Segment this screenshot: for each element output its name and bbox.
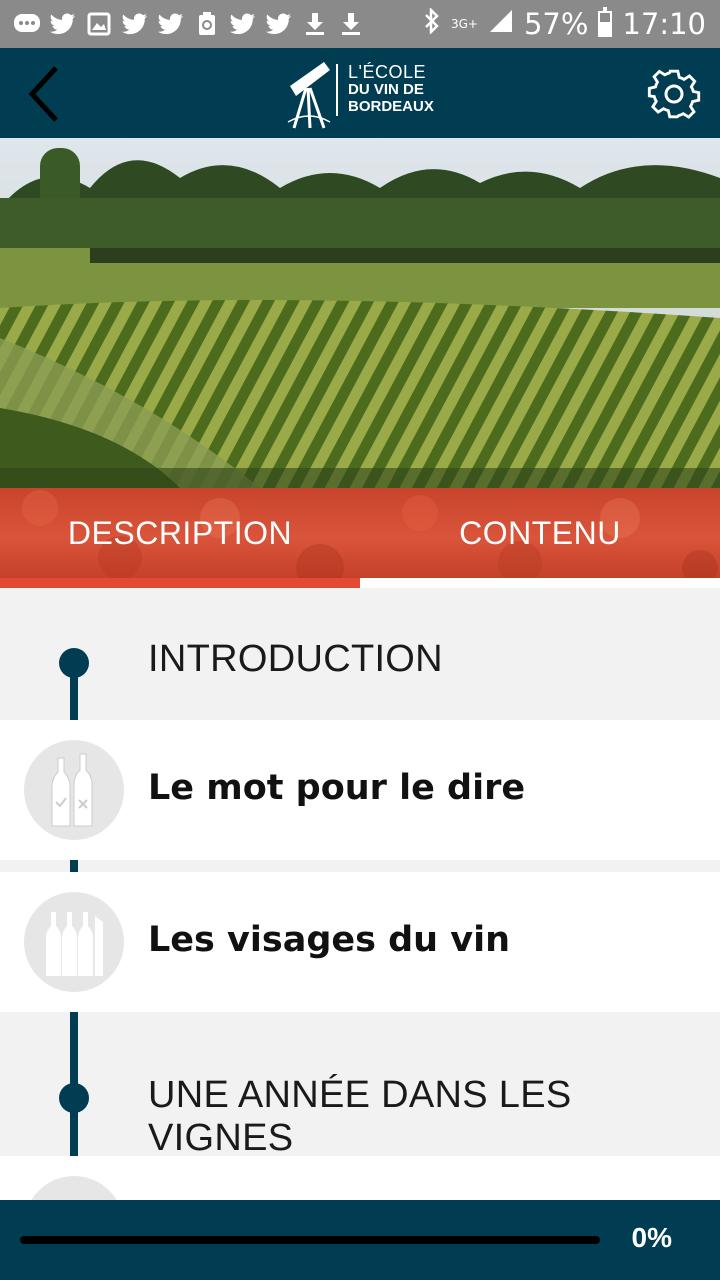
status-bar: 3G+ 57% 17:10 [0, 0, 720, 48]
logo-line-3: BORDEAUX [348, 98, 434, 115]
signal-icon [488, 7, 514, 41]
chat-icon [12, 9, 42, 39]
wine-bottles-icon [24, 1176, 124, 1200]
chevron-left-icon [28, 66, 58, 122]
list-item-partial[interactable] [0, 1156, 720, 1200]
list-item-les-visages-du-vin[interactable]: Les visages du vin [0, 872, 720, 1012]
download-icon [336, 9, 366, 39]
recycle-icon [192, 9, 222, 39]
progress-percent: 0% [631, 1222, 672, 1253]
timeline-dot [59, 648, 89, 678]
bluetooth-icon [423, 6, 441, 41]
back-button[interactable] [18, 62, 78, 124]
twitter-icon [264, 9, 294, 39]
progress-footer: 0% [0, 1200, 720, 1280]
gear-icon [647, 69, 701, 119]
status-right: 3G+ 57% 17:10 [423, 6, 706, 42]
battery-percent: 57% [523, 7, 589, 41]
progress-track [20, 1236, 600, 1244]
settings-button[interactable] [646, 66, 702, 122]
twitter-icon [48, 9, 78, 39]
timeline-line [70, 860, 78, 872]
active-tab-indicator [0, 578, 360, 588]
tab-bar: DESCRIPTION CONTENU [0, 488, 720, 588]
clock: 17:10 [622, 7, 706, 41]
list-divider [0, 860, 720, 872]
school-logo: L'ÉCOLE DU VIN DE BORDEAUX [282, 54, 442, 134]
list-item-le-mot-pour-le-dire[interactable]: Le mot pour le dire [0, 720, 720, 860]
logo-line-1: L'ÉCOLE [348, 62, 426, 82]
wine-bottles-row-icon [24, 892, 124, 992]
section-title: INTRODUCTION [148, 638, 443, 680]
image-icon [84, 9, 114, 39]
wine-bottles-icon [24, 740, 124, 840]
tab-description[interactable]: DESCRIPTION [0, 488, 360, 578]
network-type: 3G+ [450, 17, 478, 31]
list-item-title: Les visages du vin [148, 920, 511, 960]
section-row-une-annee-dans-les-vignes[interactable]: UNE ANNÉE DANS LES VIGNES [0, 1012, 720, 1159]
logo-text: L'ÉCOLE DU VIN DE BORDEAUX [348, 62, 434, 115]
twitter-icon [156, 9, 186, 39]
logo-line-2: DU VIN DE [348, 81, 424, 98]
app-bar: L'ÉCOLE DU VIN DE BORDEAUX [0, 48, 720, 138]
content-list: INTRODUCTION Le mot pour le dire Les vis… [0, 588, 720, 1200]
hero-vineyard-image [0, 138, 720, 488]
tab-indicator-track [360, 578, 720, 588]
logo-separator [336, 64, 338, 116]
twitter-icon [120, 9, 150, 39]
section-title: UNE ANNÉE DANS LES VIGNES [148, 1074, 572, 1159]
battery-icon [598, 7, 613, 37]
battery-fill [600, 22, 611, 35]
download-icon [300, 9, 330, 39]
notification-icons [12, 8, 366, 40]
tab-contenu[interactable]: CONTENU [360, 488, 720, 578]
timeline-dot [59, 1083, 89, 1113]
section-row-introduction[interactable]: INTRODUCTION [0, 588, 720, 720]
list-item-title: Le mot pour le dire [148, 768, 526, 808]
telescope-icon [287, 62, 331, 129]
twitter-icon [228, 9, 258, 39]
